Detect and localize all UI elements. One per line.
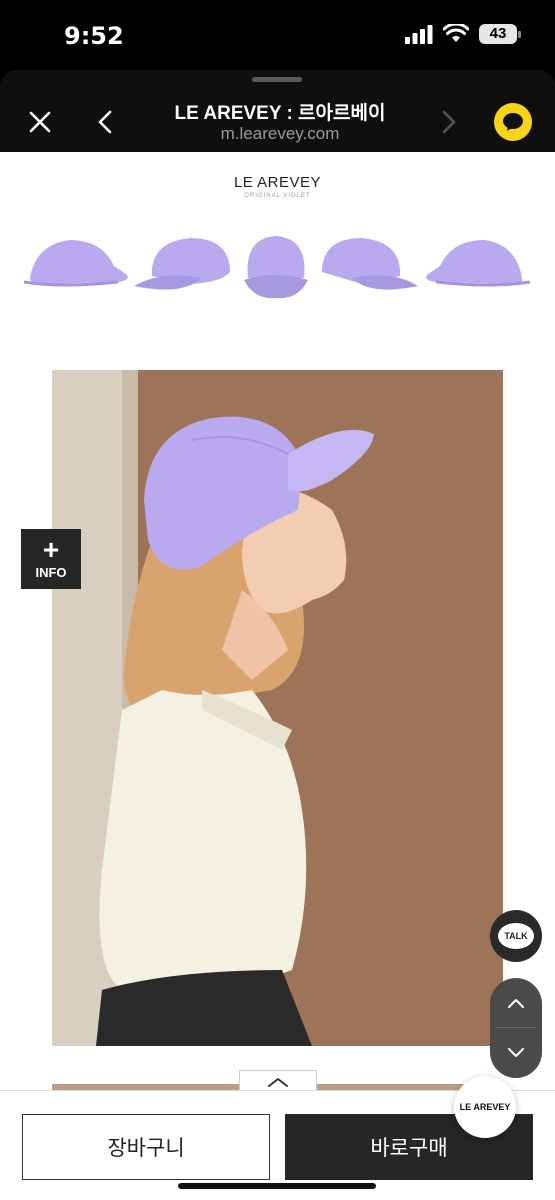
- sheet-grabber[interactable]: [252, 77, 302, 82]
- product-detail-content: LE AREVEY ORIGINAL VIOLET + INFO TALK: [0, 152, 555, 1090]
- chevron-up-icon: [508, 999, 524, 1008]
- info-label: INFO: [35, 565, 67, 580]
- brand-subtitle: ORIGINAL VIOLET: [244, 193, 311, 199]
- home-indicator: [178, 1183, 376, 1189]
- chevron-left-icon[interactable]: [92, 106, 120, 138]
- kakao-share-button[interactable]: [494, 103, 532, 141]
- purchase-bar: 장바구니 바로구매 LE AREVEY: [0, 1076, 555, 1200]
- talk-icon: TALK: [498, 923, 534, 949]
- chevron-up-icon: [268, 1077, 288, 1087]
- cap-angle-views: [23, 236, 531, 299]
- cap-view-front: [244, 236, 308, 299]
- page-title: LE AREVEY : 르아르베이: [174, 103, 386, 124]
- clock: 9:52: [64, 22, 124, 50]
- cap-view-left: [23, 240, 128, 287]
- page-url: m.learevey.com: [220, 124, 340, 143]
- battery-indicator: 43: [479, 24, 521, 44]
- chevron-down-icon: [508, 1048, 524, 1057]
- info-button[interactable]: + INFO: [21, 529, 81, 589]
- cap-view-front-right: [322, 238, 418, 290]
- kakao-chat-icon: [503, 113, 523, 131]
- close-icon[interactable]: [24, 106, 56, 138]
- scroll-controls: [490, 978, 542, 1078]
- chevron-right-icon[interactable]: [434, 106, 462, 138]
- status-icons: 43: [405, 24, 521, 44]
- scroll-up-button[interactable]: [490, 978, 542, 1028]
- scroll-down-button[interactable]: [490, 1028, 542, 1078]
- talk-button[interactable]: TALK: [490, 910, 542, 962]
- cap-view-front-left: [134, 238, 230, 290]
- wifi-icon: [443, 24, 469, 42]
- collapse-tab[interactable]: [239, 1070, 317, 1090]
- status-bar: 9:52 43: [0, 0, 555, 70]
- brand-floating-button[interactable]: LE AREVEY: [454, 1076, 516, 1138]
- brand-logo: LE AREVEY: [233, 174, 322, 191]
- plus-icon: +: [42, 534, 60, 565]
- cap-view-right: [426, 240, 531, 287]
- add-to-cart-button[interactable]: 장바구니: [22, 1114, 270, 1180]
- product-photo: [52, 370, 503, 1046]
- signal-icon: [405, 25, 433, 44]
